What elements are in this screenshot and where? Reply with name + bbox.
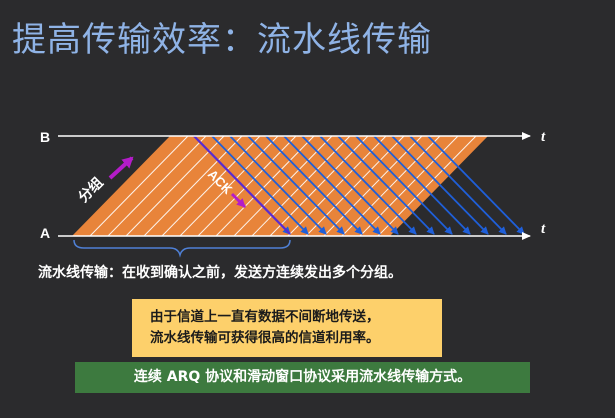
note-line-2: 流水线传输可获得很高的信道利用率。 — [150, 330, 380, 346]
note-line-1: 由于信道上一直有数据不间断地传送， — [150, 309, 380, 325]
label-a: A — [40, 225, 50, 241]
label-t-bottom: t — [541, 221, 546, 237]
pipeline-brace — [73, 239, 291, 258]
footer-banner: 连续 ARQ 协议和滑动窗口协议采用流水线传输方式。 — [75, 362, 530, 393]
utilization-note: 由于信道上一直有数据不间断地传送， 流水线传输可获得很高的信道利用率。 — [132, 299, 442, 357]
packet-direction-arrow — [108, 156, 134, 180]
label-t-top: t — [541, 129, 546, 145]
packet-label: 分组 — [75, 174, 107, 206]
label-b: B — [40, 129, 50, 145]
pipeline-caption: 流水线传输：在收到确认之前，发送方连续发出多个分组。 — [38, 265, 402, 281]
